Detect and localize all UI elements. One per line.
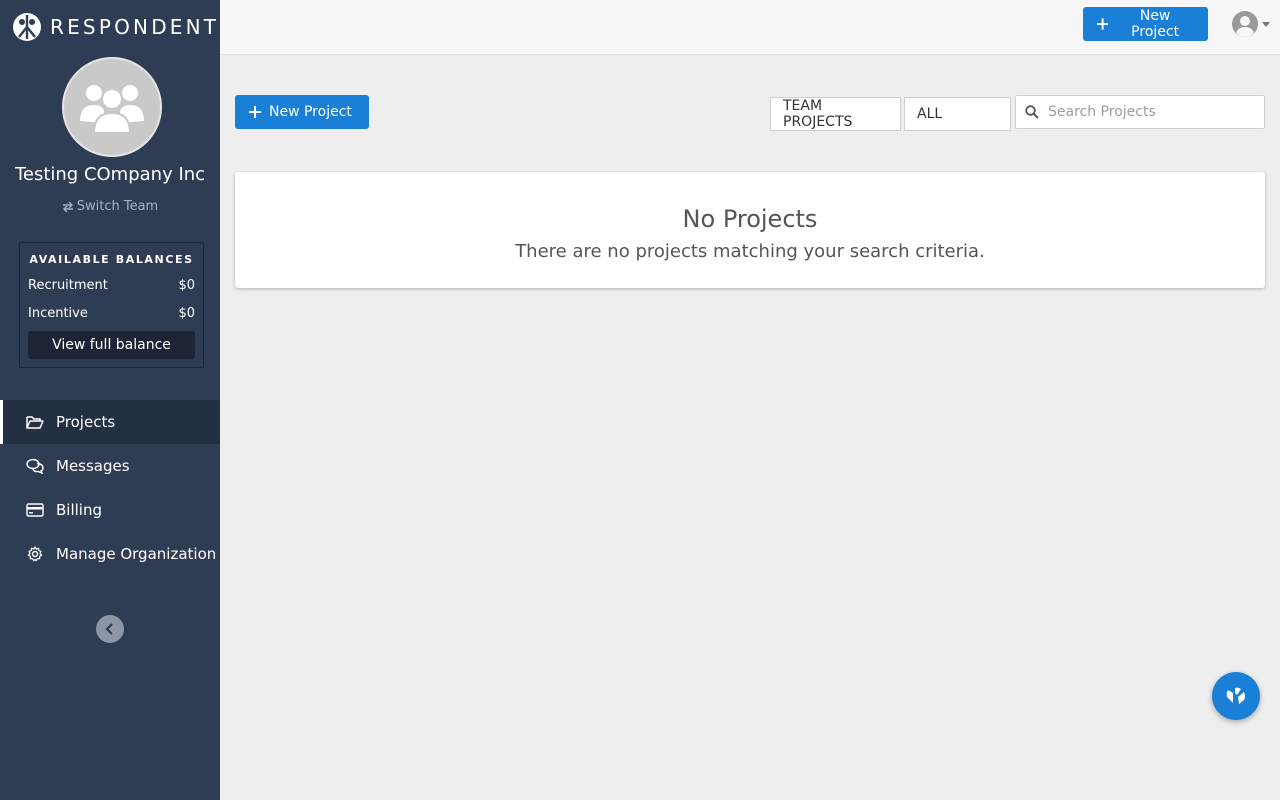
search-box [1015,95,1265,129]
empty-state-title: No Projects [682,205,818,233]
top-bar: New Project [220,0,1280,55]
sidebar-item-billing[interactable]: Billing [0,488,220,532]
group-icon [80,85,144,134]
status-filter-select[interactable]: ALL [904,97,1011,131]
balance-label: Incentive [28,306,88,321]
view-full-balance-button[interactable]: View full balance [28,331,195,359]
balance-row-incentive: Incentive $0 [28,306,195,321]
user-menu[interactable] [1231,10,1270,38]
sidebar: RESPONDENT Testing COmpany Inc Switch Te… [0,0,220,800]
sidebar-nav: Projects Messages Billing Manage Organiz… [0,400,220,576]
sidebar-item-label: Billing [56,501,102,519]
switch-team-link[interactable]: Switch Team [0,199,220,214]
respondent-logo-icon [13,13,41,41]
brand-name: RESPONDENT [50,15,220,39]
empty-state-message: There are no projects matching your sear… [515,241,985,262]
balance-row-recruitment: Recruitment $0 [28,278,195,293]
respondent-logo-icon [1226,687,1245,704]
empty-state-card: No Projects There are no projects matchi… [235,172,1265,288]
sidebar-item-label: Projects [56,413,116,431]
new-project-button-header[interactable]: New Project [1083,7,1208,41]
gear-icon [26,545,44,563]
search-projects-input[interactable] [1048,104,1258,120]
sidebar-item-label: Messages [56,457,130,475]
balance-label: Recruitment [28,278,108,293]
folder-open-icon [26,413,44,431]
plus-icon [1097,18,1109,30]
balance-value: $0 [178,278,195,293]
swap-arrows-icon [62,201,73,212]
balance-value: $0 [178,306,195,321]
brand[interactable]: RESPONDENT [12,10,219,44]
sidebar-item-messages[interactable]: Messages [0,444,220,488]
team-avatar [62,57,162,157]
team-name: Testing COmpany Inc [14,164,206,185]
help-chat-button[interactable] [1212,672,1260,720]
chevron-left-icon [105,623,113,635]
new-project-button[interactable]: New Project [235,95,369,129]
chat-icon [26,457,44,475]
sidebar-item-label: Manage Organization [56,545,217,563]
button-label: New Project [1131,8,1180,40]
team-projects-filter[interactable]: TEAM PROJECTS [770,97,901,131]
caret-down-icon [1262,21,1270,27]
search-icon [1016,105,1048,119]
credit-card-icon [26,501,44,519]
collapse-sidebar-button[interactable] [96,615,124,643]
sidebar-item-projects[interactable]: Projects [0,400,220,444]
button-label: New Project [269,104,352,120]
available-balances-panel: AVAILABLE BALANCES Recruitment $0 Incent… [19,242,204,368]
sidebar-item-manage-organization[interactable]: Manage Organization [0,532,220,576]
switch-team-label: Switch Team [76,199,159,214]
balances-title: AVAILABLE BALANCES [29,253,194,266]
plus-icon [249,106,261,118]
user-circle-icon [1232,11,1258,37]
